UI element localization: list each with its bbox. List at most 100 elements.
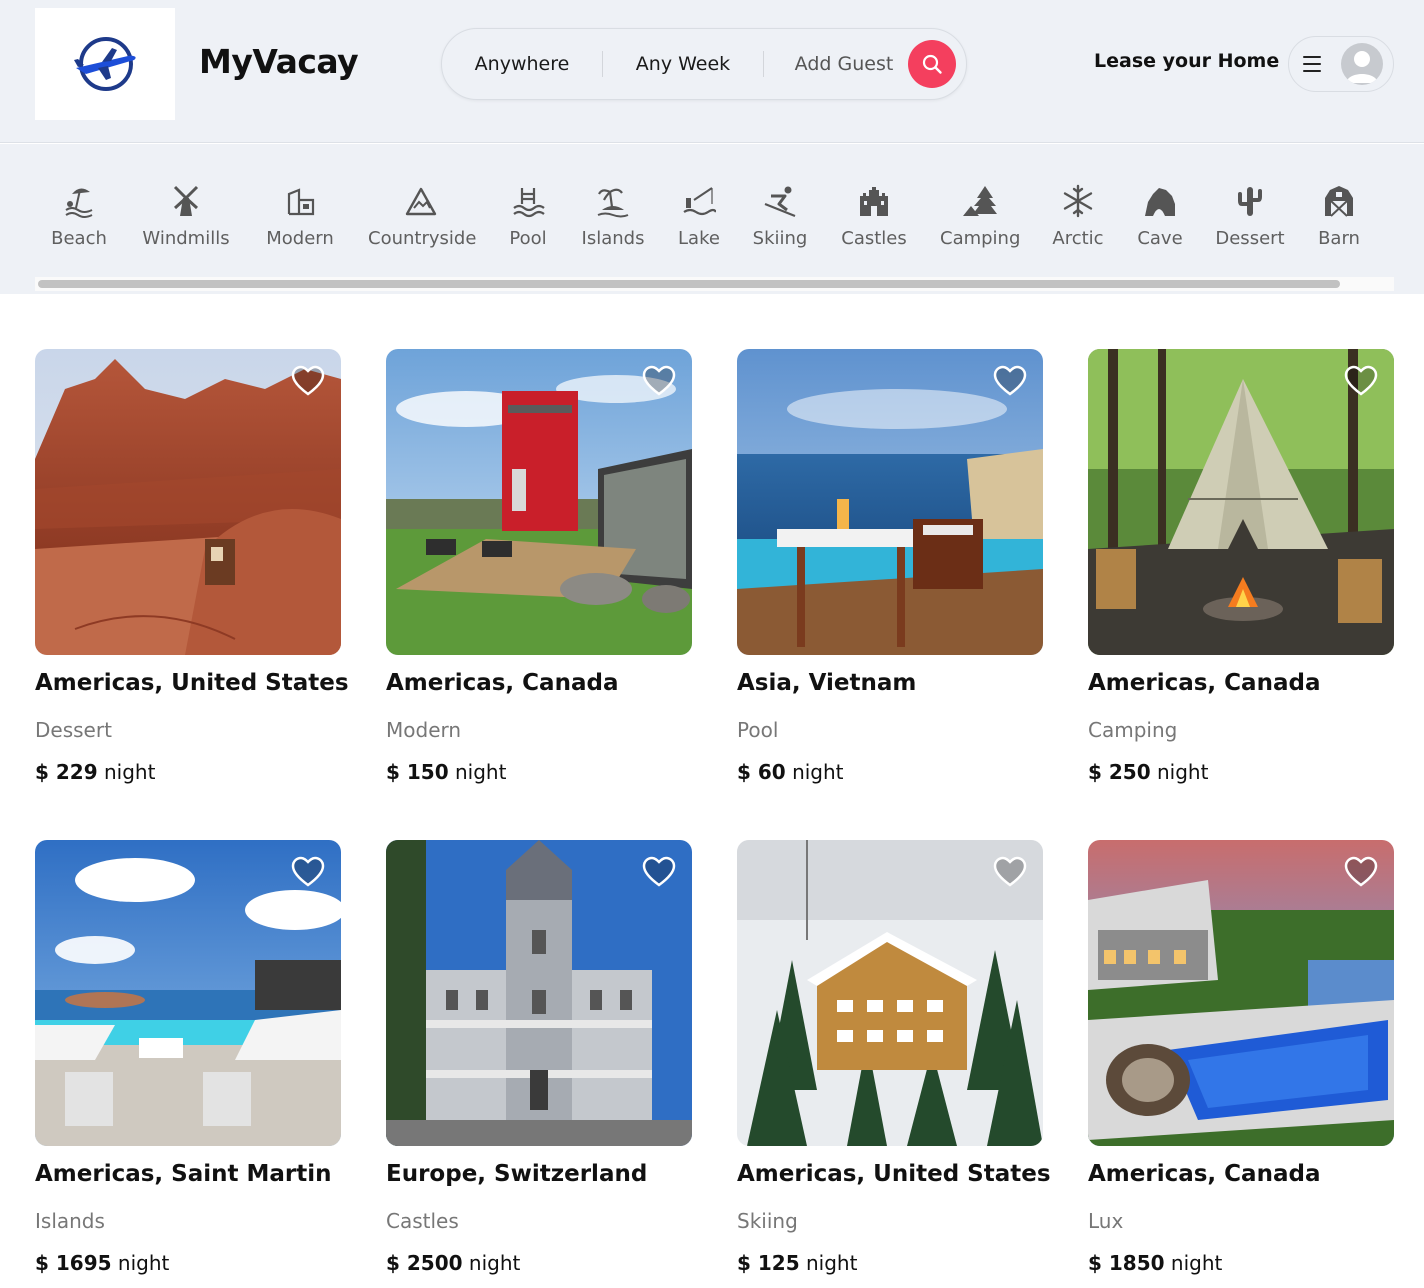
category-label: Lake [678, 228, 720, 249]
listing-photo[interactable] [386, 840, 692, 1146]
listing-location: Americas, Saint Martin [35, 1161, 332, 1187]
listing-price: $ 229 night [35, 760, 341, 784]
category-label: Arctic [1052, 228, 1104, 249]
price-value: $ 1850 [1088, 1251, 1165, 1275]
price-unit: night [1157, 760, 1209, 784]
favorite-heart-icon[interactable] [642, 856, 676, 888]
location-filter[interactable]: Anywhere [442, 29, 602, 99]
price-value: $ 2500 [386, 1251, 463, 1275]
listing-photo[interactable] [737, 840, 1043, 1146]
price-value: $ 250 [1088, 760, 1151, 784]
category-pool[interactable]: Pool [507, 184, 549, 264]
mountain-icon [405, 187, 437, 216]
guest-filter[interactable]: Add Guest [764, 29, 924, 99]
category-cave[interactable]: Cave [1137, 184, 1183, 264]
category-arctic[interactable]: Arctic [1052, 184, 1104, 264]
listing-photo[interactable] [386, 349, 692, 655]
listing-card[interactable]: Americas, United States Dessert $ 229 ni… [35, 349, 349, 784]
category-label: Cave [1137, 228, 1183, 249]
search-button[interactable] [908, 40, 956, 88]
snowflake-icon [1063, 184, 1093, 218]
price-unit: night [104, 760, 156, 784]
category-barn[interactable]: Barn [1317, 184, 1361, 264]
listing-card[interactable]: Americas, Canada Modern $ 150 night [386, 349, 692, 784]
skiing-icon [764, 186, 796, 218]
category-countryside[interactable]: Countryside [368, 184, 476, 264]
category-windmills[interactable]: Windmills [140, 184, 232, 264]
category-label: Barn [1318, 228, 1360, 249]
listing-price: $ 60 night [737, 760, 1043, 784]
category-castles[interactable]: Castles [840, 184, 908, 264]
favorite-heart-icon[interactable] [291, 365, 325, 397]
listing-card[interactable]: Europe, Switzerland Castles $ 2500 night [386, 840, 692, 1275]
price-unit: night [117, 1251, 170, 1275]
logo[interactable] [35, 8, 175, 120]
category-bar: Beach Windmills Modern Countryside Pool … [0, 144, 1424, 294]
listing-category: Dessert [35, 718, 112, 742]
favorite-heart-icon[interactable] [1344, 365, 1378, 397]
week-filter[interactable]: Any Week [602, 29, 764, 99]
category-beach[interactable]: Beach [48, 184, 110, 264]
listing-price: $ 250 night [1088, 760, 1394, 784]
category-label: Modern [266, 228, 334, 249]
cave-icon [1145, 188, 1175, 216]
category-label: Skiing [752, 228, 808, 249]
listing-card[interactable]: Americas, Canada Camping $ 250 night [1088, 349, 1394, 784]
listing-location: Asia, Vietnam [737, 670, 917, 696]
favorite-heart-icon[interactable] [291, 856, 325, 888]
listing-location: Americas, United States [35, 670, 349, 696]
listing-photo[interactable] [737, 349, 1043, 655]
listing-location: Americas, Canada [386, 670, 619, 696]
listing-card[interactable]: Americas, Canada Lux $ 1850 night [1088, 840, 1394, 1275]
category-label: Dessert [1215, 228, 1285, 249]
airplane-logo-icon [74, 37, 136, 91]
favorite-heart-icon[interactable] [993, 856, 1027, 888]
search-bar[interactable]: Anywhere Any Week Add Guest [441, 28, 967, 100]
listing-card[interactable]: Americas, United States Skiing $ 125 nig… [737, 840, 1051, 1275]
castle-icon [860, 187, 888, 216]
pool-icon [513, 188, 545, 218]
price-value: $ 229 [35, 760, 98, 784]
listing-photo[interactable] [1088, 349, 1394, 655]
listing-card[interactable]: Asia, Vietnam Pool $ 60 night [737, 349, 1043, 784]
category-modern[interactable]: Modern [266, 184, 334, 264]
listing-price: $ 125 night [737, 1251, 1043, 1275]
category-islands[interactable]: Islands [581, 184, 645, 264]
category-label: Pool [509, 228, 547, 249]
category-label: Camping [940, 228, 1021, 249]
category-scrollbar[interactable] [38, 280, 1340, 288]
listing-location: Americas, United States [737, 1161, 1051, 1187]
listing-category: Camping [1088, 718, 1178, 742]
category-skiing[interactable]: Skiing [752, 184, 808, 264]
favorite-heart-icon[interactable] [1344, 856, 1378, 888]
avatar [1341, 43, 1383, 85]
price-unit: night [806, 1251, 858, 1275]
listing-location: Americas, Canada [1088, 1161, 1321, 1187]
camping-icon [963, 186, 997, 216]
category-label: Islands [581, 228, 645, 249]
listing-price: $ 2500 night [386, 1251, 692, 1275]
lease-home-link[interactable]: Lease your Home [1094, 50, 1279, 72]
category-camping[interactable]: Camping [940, 184, 1020, 264]
listing-category: Islands [35, 1209, 105, 1233]
modern-house-icon [287, 188, 315, 216]
price-value: $ 125 [737, 1251, 800, 1275]
price-unit: night [468, 1251, 521, 1275]
listing-category: Modern [386, 718, 462, 742]
barn-icon [1325, 186, 1353, 217]
listing-card[interactable]: Americas, Saint Martin Islands $ 1695 ni… [35, 840, 341, 1275]
listing-price: $ 150 night [386, 760, 692, 784]
listing-photo[interactable] [1088, 840, 1394, 1146]
listing-photo[interactable] [35, 349, 341, 655]
listing-location: Europe, Switzerland [386, 1161, 648, 1187]
brand-name[interactable]: MyVacay [199, 42, 359, 81]
listing-photo[interactable] [35, 840, 341, 1146]
favorite-heart-icon[interactable] [642, 365, 676, 397]
user-menu-button[interactable] [1288, 36, 1394, 92]
category-lake[interactable]: Lake [677, 184, 721, 264]
listing-price: $ 1850 night [1088, 1251, 1394, 1275]
price-unit: night [1170, 1251, 1223, 1275]
category-dessert[interactable]: Dessert [1214, 184, 1286, 264]
favorite-heart-icon[interactable] [993, 365, 1027, 397]
listing-location: Americas, Canada [1088, 670, 1321, 696]
